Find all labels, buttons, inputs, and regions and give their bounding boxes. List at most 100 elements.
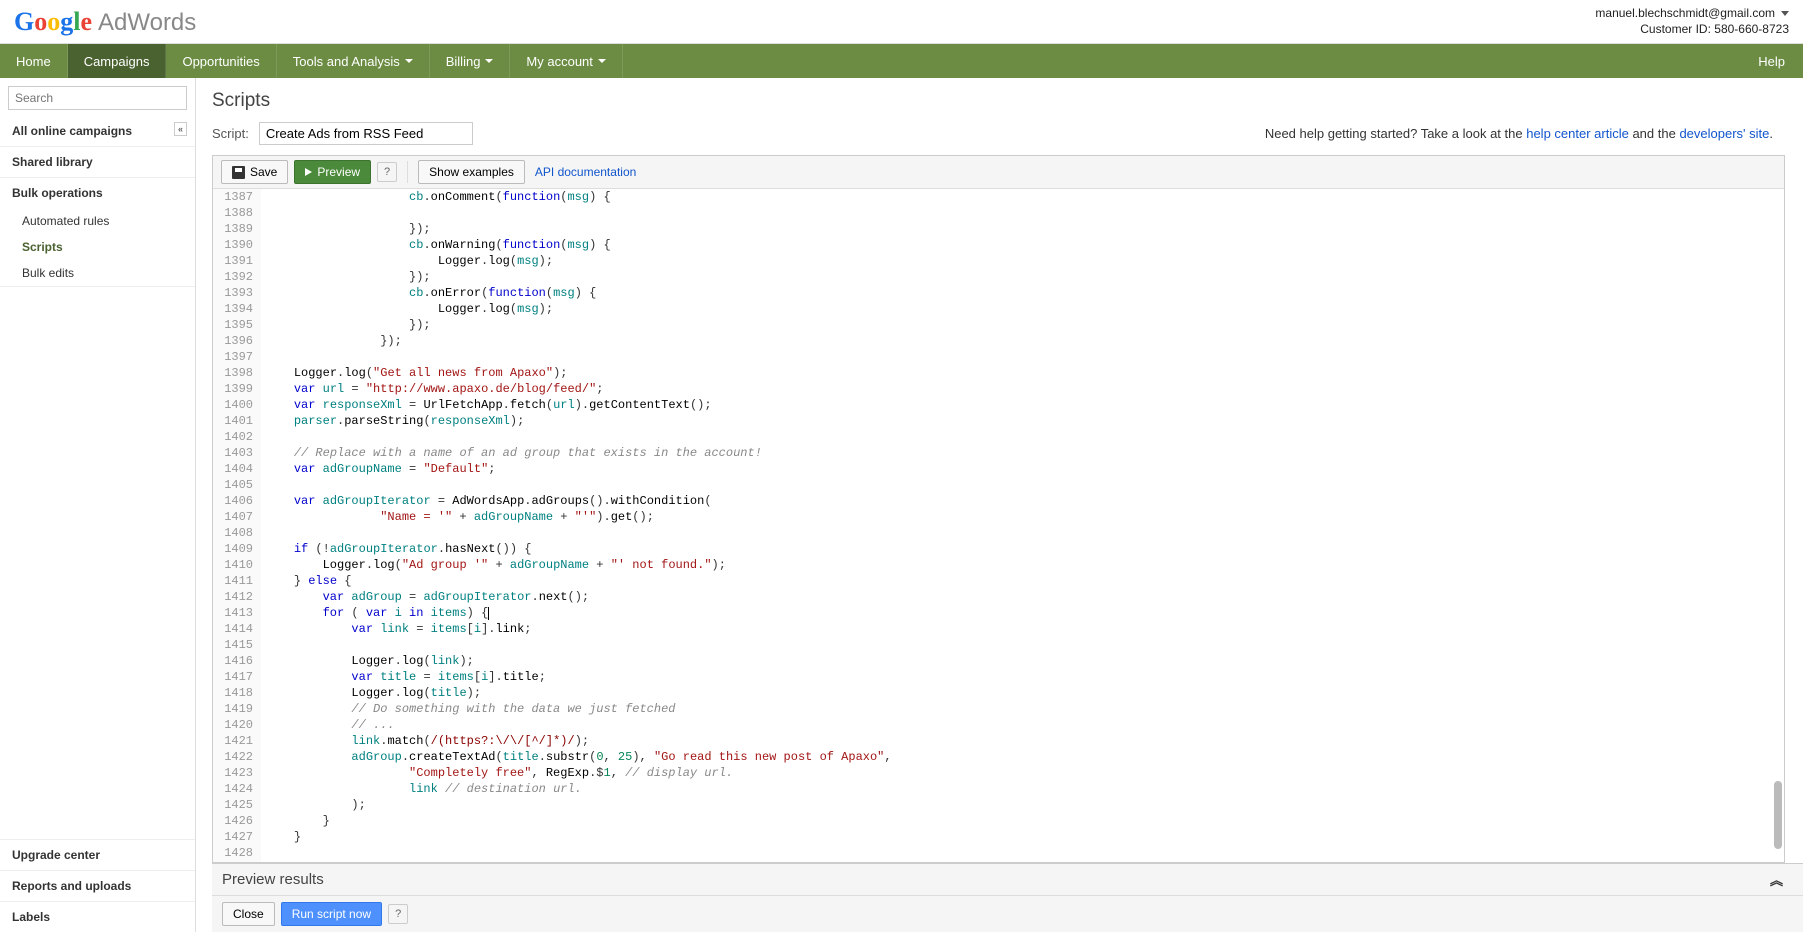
code-line[interactable]: 1419 // Do something with the data we ju…	[213, 701, 1784, 717]
line-number: 1429	[213, 861, 261, 862]
line-number: 1413	[213, 605, 261, 621]
code-line[interactable]: 1410 Logger.log("Ad group '" + adGroupNa…	[213, 557, 1784, 573]
code-line[interactable]: 1420 // ...	[213, 717, 1784, 733]
code-line[interactable]: 1388	[213, 205, 1784, 221]
code-line[interactable]: 1411 } else {	[213, 573, 1784, 589]
nav-home[interactable]: Home	[0, 44, 68, 78]
script-name-input[interactable]	[259, 122, 473, 145]
code-line[interactable]: 1395 });	[213, 317, 1784, 333]
line-number: 1389	[213, 221, 261, 237]
line-number: 1425	[213, 797, 261, 813]
sidebar-bulk-edits[interactable]: Bulk edits	[0, 260, 195, 286]
scrollbar[interactable]	[1772, 189, 1782, 862]
account-info[interactable]: manuel.blechschmidt@gmail.com Customer I…	[1595, 6, 1789, 37]
search-input[interactable]	[8, 86, 187, 110]
code-line[interactable]: 1402	[213, 429, 1784, 445]
code-line[interactable]: 1396 });	[213, 333, 1784, 349]
code-line[interactable]: 1418 Logger.log(title);	[213, 685, 1784, 701]
code-line[interactable]: 1415	[213, 637, 1784, 653]
sidebar-reports-uploads[interactable]: Reports and uploads	[0, 870, 195, 901]
code-line[interactable]: 1405	[213, 477, 1784, 493]
nav-tools[interactable]: Tools and Analysis	[277, 44, 430, 78]
chevron-down-icon[interactable]	[1781, 11, 1789, 16]
sidebar-all-campaigns[interactable]: All online campaigns «	[0, 116, 195, 146]
line-number: 1410	[213, 557, 261, 573]
run-help-button[interactable]: ?	[388, 904, 408, 924]
nav-billing[interactable]: Billing	[430, 44, 511, 78]
code-line[interactable]: 1412 var adGroup = adGroupIterator.next(…	[213, 589, 1784, 605]
code-line[interactable]: 1393 cb.onError(function(msg) {	[213, 285, 1784, 301]
play-icon	[305, 168, 312, 176]
sidebar-scripts[interactable]: Scripts	[0, 234, 195, 260]
code-line[interactable]: 1407 "Name = '" + adGroupName + "'").get…	[213, 509, 1784, 525]
code-line[interactable]: 1409 if (!adGroupIterator.hasNext()) {	[213, 541, 1784, 557]
code-line[interactable]: 1413 for ( var i in items) {	[213, 605, 1784, 621]
code-line[interactable]: 1390 cb.onWarning(function(msg) {	[213, 237, 1784, 253]
line-number: 1402	[213, 429, 261, 445]
show-examples-button[interactable]: Show examples	[418, 160, 525, 184]
line-number: 1396	[213, 333, 261, 349]
help-text: Need help getting started? Take a look a…	[1265, 126, 1773, 141]
run-script-button[interactable]: Run script now	[281, 902, 382, 926]
top-header: Google AdWords manuel.blechschmidt@gmail…	[0, 0, 1803, 44]
code-line[interactable]: 1389 });	[213, 221, 1784, 237]
sidebar-labels[interactable]: Labels	[0, 901, 195, 932]
code-line[interactable]: 1392 });	[213, 269, 1784, 285]
nav-help[interactable]: Help	[1740, 44, 1803, 78]
sidebar-bulk-operations[interactable]: Bulk operations	[0, 178, 195, 208]
save-button[interactable]: Save	[221, 160, 288, 184]
code-line[interactable]: 1429}	[213, 861, 1784, 862]
code-line[interactable]: 1399 var url = "http://www.apaxo.de/blog…	[213, 381, 1784, 397]
logo[interactable]: Google AdWords	[14, 7, 196, 37]
code-line[interactable]: 1400 var responseXml = UrlFetchApp.fetch…	[213, 397, 1784, 413]
code-line[interactable]: 1391 Logger.log(msg);	[213, 253, 1784, 269]
code-line[interactable]: 1397	[213, 349, 1784, 365]
api-documentation-link[interactable]: API documentation	[535, 165, 636, 179]
close-button[interactable]: Close	[222, 902, 275, 926]
text-cursor	[488, 607, 489, 620]
code-line[interactable]: 1401 parser.parseString(responseXml);	[213, 413, 1784, 429]
code-line[interactable]: 1425 );	[213, 797, 1784, 813]
line-number: 1423	[213, 765, 261, 781]
line-number: 1404	[213, 461, 261, 477]
scrollbar-thumb[interactable]	[1774, 781, 1782, 848]
developers-site-link[interactable]: developers' site	[1679, 126, 1769, 141]
code-line[interactable]: 1408	[213, 525, 1784, 541]
code-line[interactable]: 1394 Logger.log(msg);	[213, 301, 1784, 317]
code-line[interactable]: 1424 link // destination url.	[213, 781, 1784, 797]
chevron-down-icon	[598, 59, 606, 63]
customer-id: Customer ID: 580-660-8723	[1595, 22, 1789, 38]
code-line[interactable]: 1423 "Completely free", RegExp.$1, // di…	[213, 765, 1784, 781]
collapse-icon[interactable]: «	[174, 122, 187, 136]
chevron-down-icon	[405, 59, 413, 63]
code-line[interactable]: 1426 }	[213, 813, 1784, 829]
code-line[interactable]: 1403 // Replace with a name of an ad gro…	[213, 445, 1784, 461]
code-line[interactable]: 1387 cb.onComment(function(msg) {	[213, 189, 1784, 205]
code-line[interactable]: 1422 adGroup.createTextAd(title.substr(0…	[213, 749, 1784, 765]
help-center-link[interactable]: help center article	[1526, 126, 1629, 141]
line-number: 1427	[213, 829, 261, 845]
nav-campaigns[interactable]: Campaigns	[68, 44, 167, 78]
sidebar-automated-rules[interactable]: Automated rules	[0, 208, 195, 234]
preview-help-button[interactable]: ?	[377, 162, 397, 182]
nav-opportunities[interactable]: Opportunities	[166, 44, 276, 78]
nav-account[interactable]: My account	[510, 44, 622, 78]
script-name-label: Script:	[212, 126, 249, 141]
code-line[interactable]: 1421 link.match(/(https?:\/\/[^/]*)/);	[213, 733, 1784, 749]
code-line[interactable]: 1416 Logger.log(link);	[213, 653, 1784, 669]
code-line[interactable]: 1398 Logger.log("Get all news from Apaxo…	[213, 365, 1784, 381]
code-line[interactable]: 1417 var title = items[i].title;	[213, 669, 1784, 685]
code-line[interactable]: 1428	[213, 845, 1784, 861]
sidebar-shared-library[interactable]: Shared library	[0, 147, 195, 177]
line-number: 1424	[213, 781, 261, 797]
code-editor[interactable]: 1387 cb.onComment(function(msg) {1388138…	[213, 189, 1784, 862]
expand-icon[interactable]: ︽	[1770, 870, 1783, 889]
code-line[interactable]: 1414 var link = items[i].link;	[213, 621, 1784, 637]
code-line[interactable]: 1404 var adGroupName = "Default";	[213, 461, 1784, 477]
editor-toolbar: Save Preview ? Show examples API documen…	[213, 156, 1784, 189]
line-number: 1392	[213, 269, 261, 285]
code-line[interactable]: 1406 var adGroupIterator = AdWordsApp.ad…	[213, 493, 1784, 509]
sidebar-upgrade-center[interactable]: Upgrade center	[0, 839, 195, 870]
preview-button[interactable]: Preview	[294, 160, 371, 184]
code-line[interactable]: 1427 }	[213, 829, 1784, 845]
